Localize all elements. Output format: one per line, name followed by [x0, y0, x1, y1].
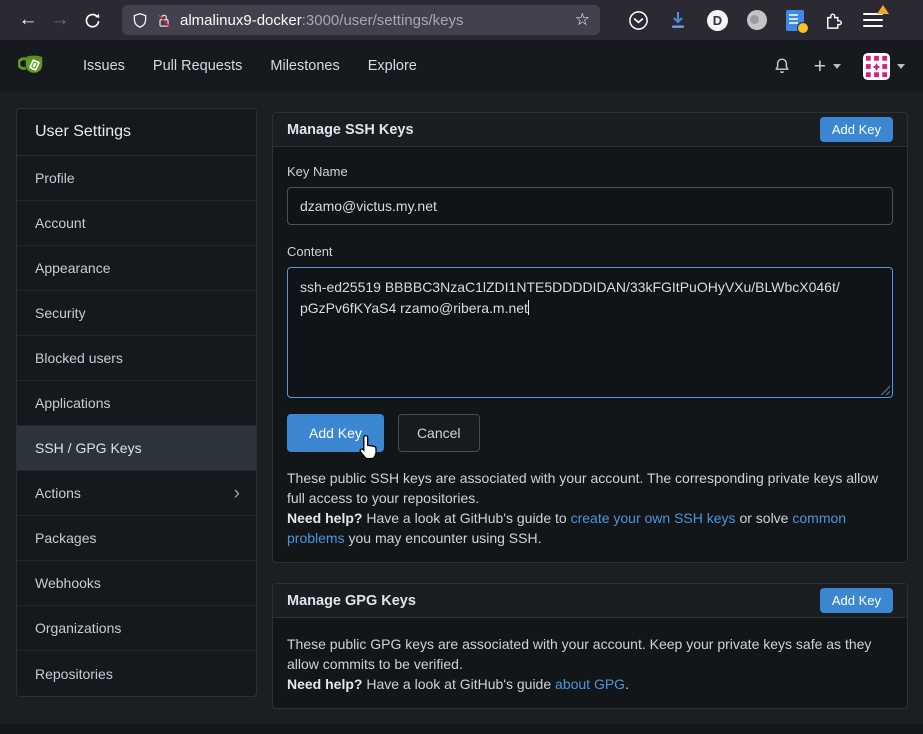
url-path: :3000/user/settings/keys [302, 12, 464, 29]
gpg-keys-panel: Manage GPG Keys Add Key These public GPG… [272, 583, 908, 709]
toolbar-extensions: D [628, 10, 883, 31]
browser-toolbar: ← → almalinux9-docker:3000/user/settings… [0, 0, 923, 40]
need-help-label: Need help? [287, 510, 362, 526]
about-gpg-link[interactable]: about GPG [555, 676, 625, 692]
footer-strip [0, 724, 923, 734]
url-text: almalinux9-docker:3000/user/settings/key… [180, 12, 464, 29]
key-name-label: Key Name [287, 164, 893, 179]
ssh-keys-panel: Manage SSH Keys Add Key Key Name Content… [272, 112, 908, 563]
pocket-icon[interactable] [628, 10, 649, 31]
forward-button[interactable]: → [44, 5, 76, 35]
sidebar-item-account[interactable]: Account [17, 201, 256, 246]
url-bar[interactable]: almalinux9-docker:3000/user/settings/key… [122, 5, 600, 35]
ssh-help-p1: These public SSH keys are associated wit… [287, 468, 893, 508]
chevron-down-icon [833, 64, 841, 69]
sidebar-title: User Settings [17, 109, 256, 156]
create-new-button[interactable]: + [814, 56, 841, 77]
gpg-help-text-a: Have a look at GitHub's guide [362, 676, 555, 692]
content-label: Content [287, 244, 893, 259]
gitea-logo[interactable] [18, 51, 49, 81]
sidebar-item-webhooks[interactable]: Webhooks [17, 561, 256, 606]
textarea-resize-handle[interactable] [878, 383, 890, 395]
sidebar-item-label: Actions [35, 485, 81, 501]
ssh-key-content-line2: pGzPv6fKYaS4 rzamo@ribera.m.net [300, 300, 528, 316]
ssh-help-text-c: you may encounter using SSH. [345, 530, 542, 546]
nav-link-pull-requests[interactable]: Pull Requests [139, 40, 256, 92]
gpg-help-text: These public GPG keys are associated wit… [287, 634, 893, 694]
gpg-help-text-b: . [625, 676, 629, 692]
reload-icon [84, 12, 101, 29]
text-caret [528, 300, 529, 315]
duckduckgo-extension-icon[interactable]: D [707, 10, 728, 31]
settings-page: User Settings Profile Account Appearance… [0, 92, 923, 709]
gpg-panel-title: Manage GPG Keys [287, 593, 416, 609]
add-key-submit-button[interactable]: Add Key [287, 414, 384, 452]
ssh-help-p2: Need help? Have a look at GitHub's guide… [287, 508, 893, 548]
browser-window: ← → almalinux9-docker:3000/user/settings… [0, 0, 923, 734]
navbar-right: + [772, 53, 905, 80]
notifications-bell-icon[interactable] [772, 56, 792, 77]
ssh-key-content-line1: ssh-ed25519 BBBBC3NzaC1lZDI1NTE5DDDDIDAN… [300, 279, 840, 295]
gpg-add-key-toggle-button[interactable]: Add Key [820, 588, 893, 613]
reload-button[interactable] [76, 5, 108, 35]
nav-link-issues[interactable]: Issues [69, 40, 139, 92]
back-arrow-icon: ← [19, 9, 38, 31]
sidebar-item-security[interactable]: Security [17, 291, 256, 336]
ssh-panel-body: Key Name Content ssh-ed25519 BBBBC3NzaC1… [273, 147, 907, 562]
gpg-help-p1: These public GPG keys are associated wit… [287, 634, 893, 674]
sidebar-item-blocked-users[interactable]: Blocked users [17, 336, 256, 381]
sidebar-item-actions[interactable]: Actions › [17, 471, 256, 516]
menu-icon[interactable] [863, 12, 883, 28]
url-host: almalinux9-docker [180, 12, 302, 29]
plus-icon: + [814, 56, 826, 77]
sidebar-item-repositories[interactable]: Repositories [17, 651, 256, 696]
ssh-help-text-a: Have a look at GitHub's guide to [362, 510, 570, 526]
bookmark-star-icon[interactable]: ☆ [575, 10, 590, 30]
sidebar-item-appearance[interactable]: Appearance [17, 246, 256, 291]
insecure-lock-icon[interactable] [156, 12, 172, 29]
download-icon[interactable] [668, 10, 688, 30]
sidebar-item-organizations[interactable]: Organizations [17, 606, 256, 651]
document-download-extension-icon[interactable] [786, 10, 804, 31]
sidebar-item-packages[interactable]: Packages [17, 516, 256, 561]
update-badge [877, 5, 889, 14]
settings-sidebar: User Settings Profile Account Appearance… [16, 108, 257, 697]
nav-link-milestones[interactable]: Milestones [256, 40, 353, 92]
puzzle-extensions-icon[interactable] [823, 10, 844, 31]
app-navbar: Issues Pull Requests Milestones Explore … [0, 40, 923, 92]
sidebar-item-profile[interactable]: Profile [17, 156, 256, 201]
need-help-label: Need help? [287, 676, 362, 692]
download-badge [797, 22, 809, 34]
chevron-down-icon [897, 64, 905, 69]
avatar [863, 53, 890, 80]
ssh-panel-header: Manage SSH Keys Add Key [273, 113, 907, 147]
cancel-button[interactable]: Cancel [398, 414, 480, 452]
ssh-key-content-textarea[interactable]: ssh-ed25519 BBBBC3NzaC1lZDI1NTE5DDDDIDAN… [287, 267, 893, 398]
ssh-panel-title: Manage SSH Keys [287, 122, 414, 138]
nav-link-explore[interactable]: Explore [354, 40, 431, 92]
ssh-add-key-toggle-button[interactable]: Add Key [820, 117, 893, 142]
user-menu-button[interactable] [863, 53, 905, 80]
chevron-right-icon: › [234, 484, 240, 503]
forward-arrow-icon: → [51, 9, 70, 31]
gpg-panel-body: These public GPG keys are associated wit… [273, 618, 907, 708]
create-ssh-keys-link[interactable]: create your own SSH keys [571, 510, 736, 526]
ssh-help-text: These public SSH keys are associated wit… [287, 468, 893, 548]
sidebar-item-ssh-gpg-keys[interactable]: SSH / GPG Keys [17, 426, 256, 471]
settings-main: Manage SSH Keys Add Key Key Name Content… [272, 112, 908, 709]
duckduckgo-letter: D [713, 13, 722, 28]
back-button[interactable]: ← [12, 5, 44, 35]
shield-icon[interactable] [132, 12, 148, 29]
ssh-form-buttons: Add Key Cancel [287, 414, 893, 452]
ssh-help-text-b: or solve [736, 510, 793, 526]
sidebar-item-applications[interactable]: Applications [17, 381, 256, 426]
key-name-input[interactable] [287, 187, 893, 225]
gray-extension-icon[interactable] [747, 10, 767, 30]
gpg-help-p2: Need help? Have a look at GitHub's guide… [287, 674, 893, 694]
gpg-panel-header: Manage GPG Keys Add Key [273, 584, 907, 618]
